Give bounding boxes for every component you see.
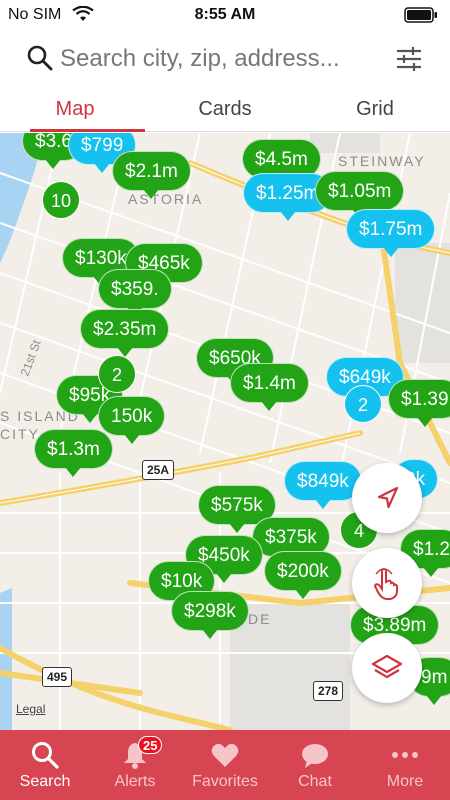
cluster-marker[interactable]: 10 [42,181,80,219]
navigation-arrow-icon [377,486,399,509]
draw-area-button[interactable] [352,548,422,618]
search-icon [32,742,59,769]
status-bar: No SIM 8:55 AM [0,0,450,30]
route-shield-25a: 25A [142,460,175,480]
bottom-tab-alerts[interactable]: 25 Alerts [90,730,180,800]
price-pin[interactable]: $1.4m [230,363,309,411]
search-input[interactable] [60,42,380,76]
chat-icon [302,744,328,768]
price-pin[interactable]: $2.1m [112,151,191,199]
bottom-tab-chat[interactable]: Chat [270,730,360,800]
price-pin[interactable]: $849k [284,461,362,509]
price-pin[interactable]: $1.3m [34,429,113,477]
locate-me-button[interactable] [352,463,422,533]
bottom-tab-favorites[interactable]: Favorites [180,730,270,800]
bottom-tab-label: Chat [298,773,332,790]
bottom-tab-label: More [386,773,424,790]
map-label-steinway: STEINWAY [338,153,426,169]
more-icon [392,752,418,758]
price-pin[interactable]: $1.39 [388,379,450,427]
hand-pointer-icon [373,568,398,600]
cluster-marker[interactable]: 2 [344,385,382,423]
price-pin[interactable]: 150k [98,396,166,444]
layers-icon [371,654,403,679]
price-pin[interactable]: $298k [171,591,249,639]
tab-map[interactable]: Map [0,90,150,132]
search-bar [0,30,450,90]
bottom-tab-label: Search [19,773,71,790]
route-shield-495: 495 [42,667,73,687]
map-label-de: DE [248,611,272,627]
price-pin[interactable]: $1.75m [346,209,436,257]
map[interactable]: ASTORIA STEINWAY 21st St S ISLAND CITY D… [0,133,450,730]
heart-icon [211,743,239,767]
tab-grid[interactable]: Grid [300,90,450,131]
search-icon [27,45,53,71]
price-pin[interactable]: $2.35m [80,309,170,357]
map-label-city: CITY [0,426,40,442]
map-label-astoria: ASTORIA [128,191,204,207]
bottom-tab-more[interactable]: More [360,730,450,800]
bottom-tab-label: Favorites [192,773,258,790]
clock: 8:55 AM [194,6,256,23]
battery-icon [404,7,437,23]
tab-cards[interactable]: Cards [150,90,300,131]
bottom-tab-bar: Search 25 Alerts Favorites Chat More [0,730,450,800]
price-pin[interactable]: $359. [98,269,172,317]
map-layers-button[interactable] [352,633,422,703]
route-shield-278: 278 [313,681,344,701]
bottom-tab-search[interactable]: Search [0,730,90,800]
bottom-tab-label: Alerts [114,773,156,790]
price-pin[interactable]: $1.05m [315,171,405,219]
legal-link[interactable]: Legal [16,702,45,716]
alerts-badge: 25 [138,736,163,754]
filter-icon[interactable] [394,44,424,74]
view-tabs: Map Cards Grid [0,90,450,132]
price-pin[interactable]: $200k [264,551,342,599]
cluster-marker[interactable]: 2 [98,355,136,393]
